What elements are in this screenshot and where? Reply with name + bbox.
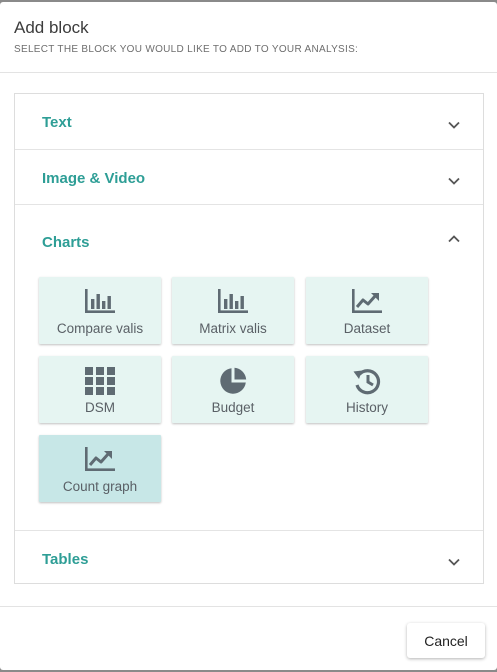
tile-compare-valis-label: Compare valis [56, 321, 144, 336]
chevron-down-icon[interactable] [447, 174, 461, 188]
tile-compare-valis[interactable]: Compare valis [39, 277, 161, 344]
tile-budget-label: Budget [211, 400, 255, 415]
tile-count-graph-label: Count graph [62, 479, 138, 494]
tile-history-label: History [345, 400, 388, 415]
section-charts-label[interactable]: Charts [42, 234, 90, 251]
tile-dsm-label: DSM [85, 400, 115, 415]
tile-dataset[interactable]: Dataset [306, 277, 428, 344]
tile-history[interactable]: History [306, 356, 428, 423]
add-block-dialog: Add block SELECT THE BLOCK YOU WOULD LIK… [0, 2, 497, 670]
block-accordion: Text Image & Video Charts Compare valis … [14, 93, 484, 584]
section-tables-label: Tables [42, 551, 89, 568]
section-image-video[interactable]: Image & Video [15, 150, 483, 205]
chevron-down-icon[interactable] [447, 118, 461, 132]
dialog-footer: Cancel [0, 606, 497, 670]
section-tables[interactable]: Tables [15, 531, 483, 583]
section-charts: Charts Compare valis Matrix valis Datase… [15, 205, 483, 531]
history-icon [351, 367, 383, 395]
dialog-title: Add block [14, 18, 89, 37]
line-trend-icon [84, 446, 116, 474]
bar-chart-icon [217, 288, 249, 316]
tile-matrix-valis[interactable]: Matrix valis [172, 277, 294, 344]
section-text-label: Text [42, 114, 72, 131]
dialog-header: Add block SELECT THE BLOCK YOU WOULD LIK… [0, 2, 497, 73]
bar-chart-icon [84, 288, 116, 316]
line-trend-icon [351, 288, 383, 316]
section-text[interactable]: Text [15, 94, 483, 150]
grid-icon [84, 367, 116, 395]
cancel-button[interactable]: Cancel [407, 623, 485, 658]
tile-dsm[interactable]: DSM [39, 356, 161, 423]
tile-matrix-valis-label: Matrix valis [199, 321, 267, 336]
dialog-subtitle: SELECT THE BLOCK YOU WOULD LIKE TO ADD T… [14, 44, 359, 55]
tile-dataset-label: Dataset [343, 321, 391, 336]
section-image-video-label: Image & Video [42, 170, 146, 187]
chevron-up-icon[interactable] [447, 232, 461, 246]
chevron-down-icon[interactable] [447, 555, 461, 569]
tile-budget[interactable]: Budget [172, 356, 294, 423]
pie-chart-icon [217, 367, 249, 395]
tile-count-graph[interactable]: Count graph [39, 435, 161, 502]
